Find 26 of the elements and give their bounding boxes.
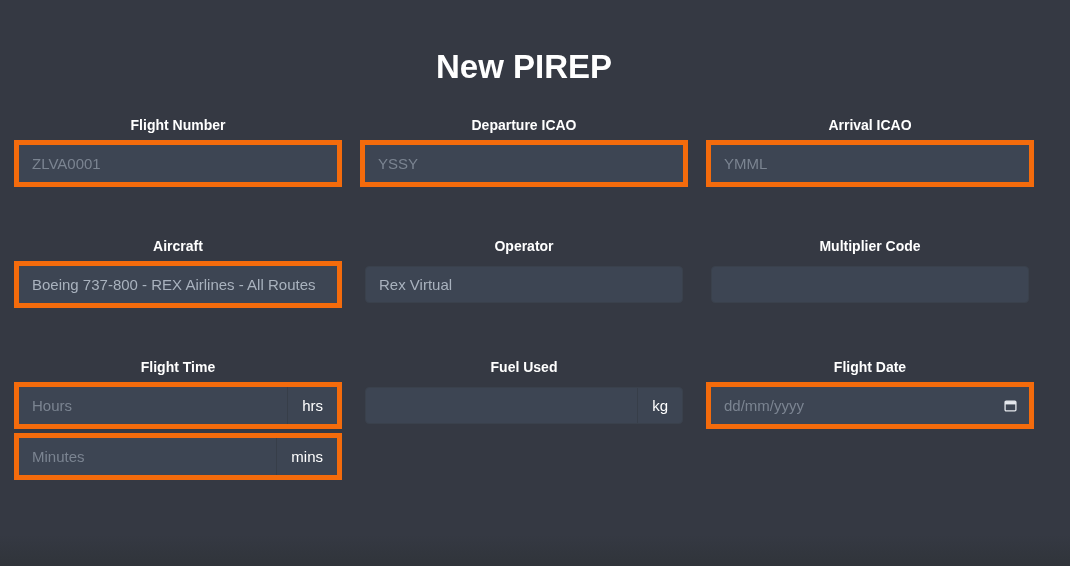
field-label: Operator [493, 238, 555, 256]
input-field[interactable]: Hours hrs [14, 382, 342, 429]
page-title: New PIREP [434, 47, 614, 87]
input-field[interactable]: ZLVA0001 [14, 140, 342, 187]
field-label: Multiplier Code [818, 238, 922, 256]
unit-label: kg [637, 388, 682, 423]
field-label: Arrival ICAO [827, 117, 913, 135]
input-field[interactable]: Boeing 737-800 - REX Airlines - All Routes [14, 261, 342, 308]
date-field[interactable]: dd/mm/yyyy [706, 382, 1034, 429]
input-field[interactable]: Rex Virtual [365, 266, 683, 303]
input-text[interactable]: Minutes [32, 438, 277, 475]
input-text[interactable]: Hours [32, 387, 288, 424]
unit-label: mins [276, 438, 337, 475]
calendar-icon[interactable] [1004, 399, 1017, 412]
field-label: Flight Number [129, 117, 227, 135]
field-label: Fuel Used [489, 359, 559, 377]
field-label: Flight Date [832, 359, 908, 377]
field-label: Flight Time [139, 359, 217, 377]
input-field[interactable]: kg [365, 387, 683, 424]
input-field[interactable]: YMML [706, 140, 1034, 187]
field-label: Departure ICAO [470, 117, 578, 135]
input-text[interactable]: dd/mm/yyyy [724, 387, 1004, 424]
input-field[interactable]: Minutes mins [14, 433, 342, 480]
unit-label: hrs [287, 387, 337, 424]
field-label: Aircraft [152, 238, 204, 256]
input-field[interactable]: YSSY [360, 140, 688, 187]
